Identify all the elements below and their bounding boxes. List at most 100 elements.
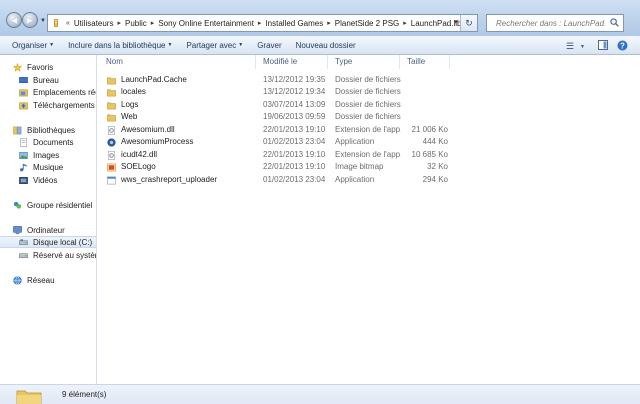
- breadcrumb-item[interactable]: Utilisateurs: [74, 19, 114, 28]
- history-dropdown-icon[interactable]: ▼: [40, 18, 46, 24]
- nav-favorites-label: Favoris: [27, 62, 54, 72]
- forward-button[interactable]: ▶: [22, 12, 38, 28]
- search-input[interactable]: [487, 15, 605, 31]
- folder-icon: [16, 390, 42, 404]
- nav-local-disk-label: Disque local (C:): [33, 237, 93, 247]
- music-icon: [19, 163, 28, 172]
- file-row[interactable]: icudt42.dll 22/01/2013 19:10 Extension d…: [98, 149, 640, 161]
- file-size: 21 006 Ko: [411, 125, 448, 134]
- column-header-size[interactable]: Taille: [399, 55, 449, 69]
- file-type: Application: [335, 137, 375, 146]
- chevron-down-icon: ▼: [167, 42, 173, 49]
- nav-downloads-label: Téléchargements: [33, 100, 95, 110]
- nav-recent-places[interactable]: Emplacements récents: [19, 86, 96, 98]
- nav-documents-label: Documents: [33, 137, 74, 147]
- file-size: 10 685 Ko: [411, 150, 448, 159]
- file-size: 444 Ko: [422, 137, 448, 146]
- nav-music[interactable]: Musique: [19, 161, 63, 173]
- file-row[interactable]: Awesomium.dll 22/01/2013 19:10 Extension…: [98, 124, 640, 136]
- breadcrumb-separator-icon[interactable]: ▸: [151, 19, 155, 27]
- column-header-modified[interactable]: Modifié le: [255, 55, 327, 69]
- burn-button[interactable]: Graver: [257, 41, 281, 50]
- file-row[interactable]: AwesomiumProcess 01/02/2013 23:04 Applic…: [98, 136, 640, 148]
- nav-network-label: Réseau: [27, 275, 55, 285]
- file-name: Logs: [121, 100, 139, 109]
- nav-pictures[interactable]: Images: [19, 149, 59, 161]
- pictures-icon: [19, 151, 28, 160]
- breadcrumb-item[interactable]: Public: [125, 19, 147, 28]
- dll-icon: [107, 150, 116, 160]
- file-date: 22/01/2013 19:10: [263, 125, 326, 134]
- arrow-left-icon: ◀: [10, 15, 18, 25]
- folder-icon: [107, 88, 116, 97]
- file-row[interactable]: locales 13/12/2012 19:34 Dossier de fich…: [98, 86, 640, 98]
- network-icon: [13, 275, 22, 285]
- breadcrumb-overflow[interactable]: «: [66, 20, 70, 27]
- nav-desktop-label: Bureau: [33, 75, 59, 85]
- file-date: 13/12/2012 19:34: [263, 87, 326, 96]
- file-type: Image bitmap: [335, 162, 384, 171]
- item-count: 9 élément(s): [62, 390, 107, 399]
- chevron-down-icon: ▼: [238, 42, 244, 49]
- back-button[interactable]: ◀: [6, 12, 22, 28]
- address-bar[interactable]: « Utilisateurs ▸ Public ▸ Sony Online En…: [47, 14, 478, 32]
- breadcrumb-item[interactable]: PlanetSide 2 PSG: [335, 19, 399, 28]
- file-row[interactable]: LaunchPad.Cache 13/12/2012 19:35 Dossier…: [98, 74, 640, 86]
- nav-network[interactable]: Réseau: [13, 274, 55, 286]
- hard-drive-icon: [19, 251, 28, 260]
- share-label: Partager avec: [186, 40, 237, 50]
- file-name: icudt42.dll: [121, 150, 158, 159]
- nav-pictures-label: Images: [33, 150, 60, 160]
- breadcrumb-separator-icon[interactable]: ▸: [117, 19, 121, 27]
- file-row[interactable]: SOELogo 22/01/2013 19:10 Image bitmap 32…: [98, 161, 640, 173]
- file-date: 22/01/2013 19:10: [263, 162, 326, 171]
- nav-homegroup[interactable]: Groupe résidentiel: [13, 199, 92, 211]
- share-with-button[interactable]: Partager avec ▼: [186, 41, 243, 50]
- file-row[interactable]: Logs 03/07/2014 13:09 Dossier de fichier…: [98, 99, 640, 111]
- nav-desktop[interactable]: Bureau: [19, 74, 59, 86]
- folder-icon: [107, 113, 116, 122]
- bitmap-icon: [107, 163, 116, 172]
- nav-reserved[interactable]: Réservé au système: [19, 249, 96, 261]
- search-box[interactable]: [486, 14, 624, 32]
- new-folder-button[interactable]: Nouveau dossier: [296, 41, 356, 50]
- file-row[interactable]: Web 19/06/2013 09:59 Dossier de fichiers: [98, 111, 640, 123]
- command-bar: Organiser ▼ Inclure dans la bibliothèque ▼…: [0, 36, 640, 55]
- breadcrumb-separator-icon[interactable]: ▸: [327, 19, 331, 27]
- folder-icon: [107, 101, 116, 110]
- column-header-type[interactable]: Type: [327, 55, 399, 69]
- preview-pane-icon[interactable]: [598, 40, 608, 52]
- help-icon[interactable]: ?: [617, 40, 628, 53]
- view-dropdown-icon[interactable]: ▼: [580, 44, 585, 50]
- column-header-name[interactable]: Nom: [98, 55, 255, 69]
- search-icon[interactable]: [610, 18, 619, 27]
- file-row[interactable]: wws_crashreport_uploader 01/02/2013 23:0…: [98, 174, 640, 186]
- refresh-button[interactable]: ↻: [460, 15, 477, 31]
- breadcrumb-separator-icon[interactable]: ▸: [403, 19, 407, 27]
- file-name: locales: [121, 87, 146, 96]
- nav-local-disk[interactable]: Disque local (C:): [0, 236, 96, 248]
- file-name: AwesomiumProcess: [121, 137, 194, 146]
- organize-label: Organiser: [12, 40, 48, 50]
- file-date: 03/07/2014 13:09: [263, 100, 326, 109]
- breadcrumb-separator-icon[interactable]: ▸: [258, 19, 262, 27]
- nav-documents[interactable]: Documents: [19, 136, 73, 148]
- address-dropdown-icon[interactable]: ▼: [453, 20, 459, 26]
- nav-videos[interactable]: Vidéos: [19, 174, 57, 186]
- downloads-icon: [19, 101, 28, 110]
- nav-downloads[interactable]: Téléchargements: [19, 99, 95, 111]
- breadcrumb-item[interactable]: Installed Games: [265, 19, 323, 28]
- organize-button[interactable]: Organiser ▼: [12, 41, 54, 50]
- nav-computer[interactable]: Ordinateur: [13, 224, 65, 236]
- column-divider[interactable]: [449, 55, 450, 69]
- breadcrumb-item[interactable]: Sony Online Entertainment: [158, 19, 254, 28]
- nav-music-label: Musique: [33, 162, 64, 172]
- file-type: Application: [335, 175, 375, 184]
- documents-icon: [19, 137, 28, 147]
- include-in-library-button[interactable]: Inclure dans la bibliothèque ▼: [68, 41, 172, 50]
- nav-favorites[interactable]: Favoris: [12, 61, 54, 73]
- libraries-icon: [13, 126, 22, 135]
- file-name: wws_crashreport_uploader: [121, 175, 218, 184]
- nav-libraries[interactable]: Bibliothèques: [13, 124, 75, 136]
- view-options-icon[interactable]: ☰: [566, 41, 574, 52]
